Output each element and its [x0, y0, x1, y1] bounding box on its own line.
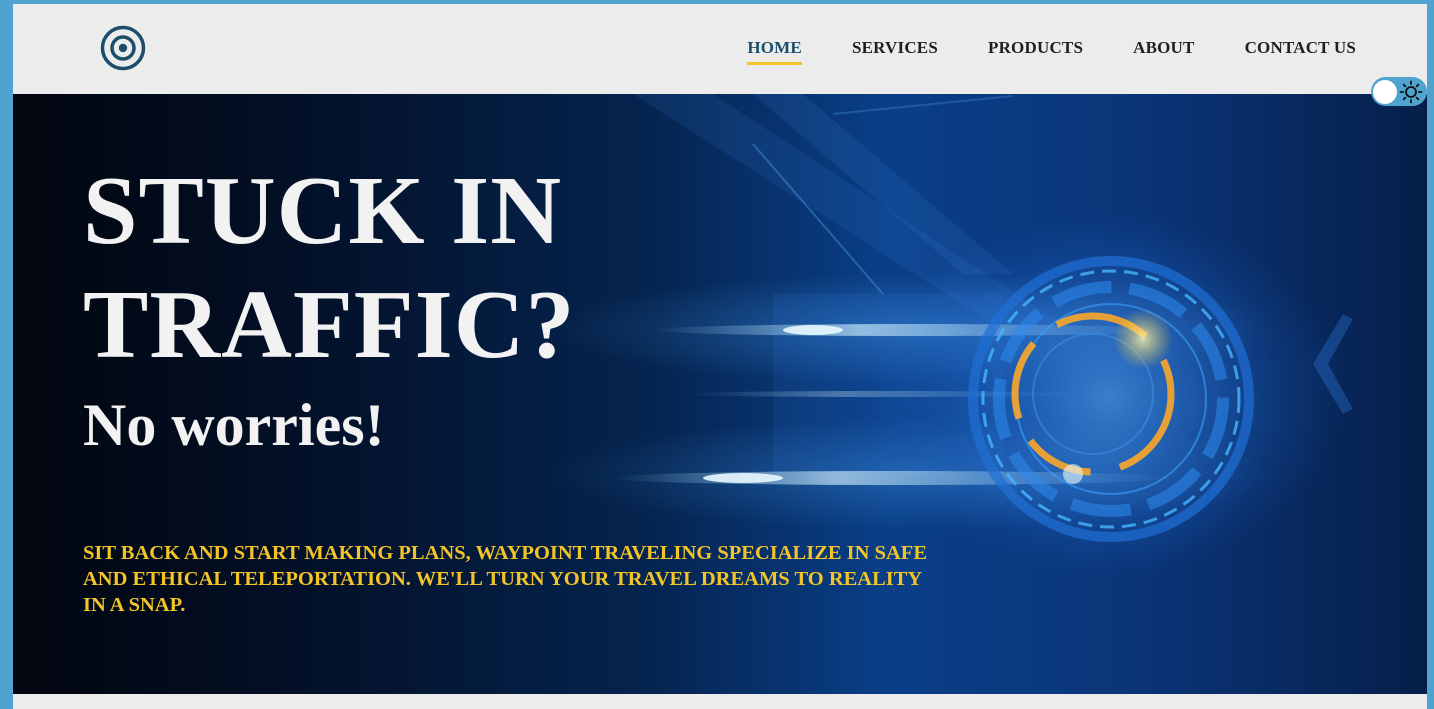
toggle-knob [1373, 80, 1397, 104]
target-logo-icon[interactable] [100, 25, 146, 71]
hero-banner: STUCK IN TRAFFIC? No worries! Sit back a… [13, 94, 1427, 694]
nav-item-products[interactable]: PRODUCTS [988, 38, 1083, 65]
site-header: HOME SERVICES PRODUCTS ABOUT CONTACT US [13, 4, 1427, 94]
main-nav: HOME SERVICES PRODUCTS ABOUT CONTACT US [697, 38, 1356, 65]
page-frame: HOME SERVICES PRODUCTS ABOUT CONTACT US [13, 4, 1427, 709]
hero-headline: STUCK IN TRAFFIC? [83, 157, 576, 379]
hero-tagline: Sit back and start making plans, Waypoin… [83, 542, 927, 616]
theme-toggle[interactable] [1371, 77, 1427, 106]
nav-item-services[interactable]: SERVICES [852, 38, 938, 65]
sun-icon [1399, 80, 1423, 104]
nav-item-about[interactable]: ABOUT [1133, 38, 1194, 65]
nav-item-home[interactable]: HOME [747, 38, 802, 65]
nav-item-contact-us[interactable]: CONTACT US [1245, 38, 1356, 65]
hero-subhead: No worries! [83, 392, 385, 458]
page-bottom-strip [13, 694, 1427, 709]
